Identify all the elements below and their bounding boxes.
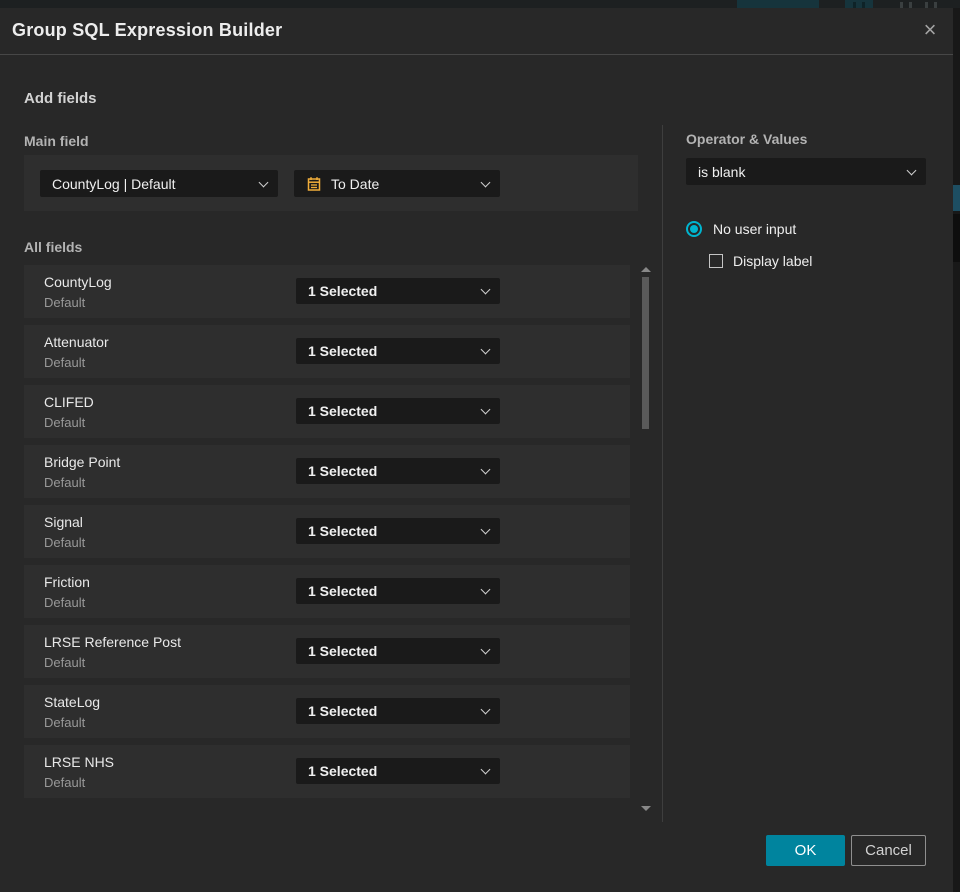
field-selection-dropdown[interactable]: 1 Selected: [296, 398, 500, 424]
live-view-button[interactable]: Live view: [737, 0, 819, 8]
field-row: LRSE Reference Post Default 1 Selected: [24, 625, 630, 678]
field-name: Bridge Point: [44, 454, 121, 470]
close-icon[interactable]: ×: [920, 19, 940, 41]
chevron-down-icon: [481, 526, 489, 534]
field-subtitle: Default: [44, 595, 86, 610]
background-right-strip: [953, 8, 960, 892]
operator-values-label: Operator & Values: [686, 131, 808, 147]
chevron-down-icon: [481, 466, 489, 474]
field-row: Attenuator Default 1 Selected: [24, 325, 630, 378]
field-row: LRSE NHS Default 1 Selected: [24, 745, 630, 798]
field-selection-dropdown[interactable]: 1 Selected: [296, 458, 500, 484]
calendar-icon: [306, 176, 322, 192]
field-name: LRSE Reference Post: [44, 634, 181, 650]
field-selection-value: 1 Selected: [308, 523, 378, 539]
topbar-layout-icon[interactable]: [925, 0, 937, 8]
field-row: CLIFED Default 1 Selected: [24, 385, 630, 438]
field-name: LRSE NHS: [44, 754, 115, 770]
scroll-up-icon[interactable]: [641, 267, 651, 272]
fields-scrollbar[interactable]: [641, 265, 651, 811]
field-subtitle: Default: [44, 535, 86, 550]
field-selection-value: 1 Selected: [308, 763, 378, 779]
cancel-button[interactable]: Cancel: [851, 835, 926, 866]
all-fields-label: All fields: [24, 239, 83, 255]
chevron-down-icon: [481, 706, 489, 714]
field-row: Bridge Point Default 1 Selected: [24, 445, 630, 498]
display-label-text: Display label: [733, 253, 813, 269]
field-selection-dropdown[interactable]: 1 Selected: [296, 578, 500, 604]
main-field-label: Main field: [24, 133, 89, 149]
field-name: Attenuator: [44, 334, 109, 350]
field-selection-dropdown[interactable]: 1 Selected: [296, 758, 500, 784]
chevron-down-icon: [481, 766, 489, 774]
main-field-dropdown[interactable]: CountyLog | Default: [40, 170, 278, 197]
chevron-down-icon: [907, 167, 915, 175]
group-sql-expression-builder-dialog: Group SQL Expression Builder × Add field…: [0, 8, 953, 892]
operator-dropdown-value: is blank: [698, 163, 746, 180]
topbar-columns-icon[interactable]: [900, 0, 912, 8]
field-selection-value: 1 Selected: [308, 703, 378, 719]
chevron-down-icon: [481, 586, 489, 594]
chevron-down-icon: [481, 646, 489, 654]
field-name: CLIFED: [44, 394, 94, 410]
chevron-down-icon: [481, 286, 489, 294]
field-selection-value: 1 Selected: [308, 583, 378, 599]
field-name: Friction: [44, 574, 90, 590]
field-row: CountyLog Default 1 Selected: [24, 265, 630, 318]
main-field-panel: CountyLog | Default To Date: [24, 155, 638, 211]
field-selection-dropdown[interactable]: 1 Selected: [296, 638, 500, 664]
scroll-down-icon[interactable]: [641, 806, 651, 811]
chevron-down-icon: [481, 179, 489, 187]
field-subtitle: Default: [44, 355, 86, 370]
field-selection-dropdown[interactable]: 1 Selected: [296, 518, 500, 544]
field-row: StateLog Default 1 Selected: [24, 685, 630, 738]
field-selection-dropdown[interactable]: 1 Selected: [296, 698, 500, 724]
field-subtitle: Default: [44, 655, 86, 670]
radio-selected-icon: [686, 221, 702, 237]
chevron-down-icon: [481, 406, 489, 414]
all-fields-list: CountyLog Default 1 Selected Attenuator …: [24, 265, 630, 805]
display-label-checkbox[interactable]: Display label: [709, 253, 812, 269]
field-subtitle: Default: [44, 295, 86, 310]
field-row: Friction Default 1 Selected: [24, 565, 630, 618]
field-selection-dropdown[interactable]: 1 Selected: [296, 278, 500, 304]
background-dark-sliver: [953, 214, 960, 262]
dialog-header: Group SQL Expression Builder ×: [0, 8, 953, 55]
scrollbar-thumb[interactable]: [642, 277, 649, 429]
operator-dropdown[interactable]: is blank: [686, 158, 926, 185]
field-selection-dropdown[interactable]: 1 Selected: [296, 338, 500, 364]
ok-button[interactable]: OK: [766, 835, 845, 866]
field-subtitle: Default: [44, 475, 86, 490]
no-user-input-radio[interactable]: No user input: [686, 221, 796, 237]
field-selection-value: 1 Selected: [308, 283, 378, 299]
field-selection-value: 1 Selected: [308, 343, 378, 359]
field-subtitle: Default: [44, 415, 86, 430]
topbar-pause-icon[interactable]: [845, 0, 873, 8]
main-field-dropdown-value: CountyLog | Default: [52, 175, 176, 192]
field-row: Signal Default 1 Selected: [24, 505, 630, 558]
date-field-dropdown-value: To Date: [331, 175, 380, 192]
field-name: Signal: [44, 514, 83, 530]
dialog-title: Group SQL Expression Builder: [12, 20, 283, 40]
field-subtitle: Default: [44, 775, 86, 790]
field-name: StateLog: [44, 694, 101, 710]
background-selected-sliver: [953, 185, 960, 211]
background-topbar: Live view: [0, 0, 960, 8]
chevron-down-icon: [259, 179, 267, 187]
no-user-input-label: No user input: [713, 221, 797, 237]
field-selection-value: 1 Selected: [308, 403, 378, 419]
field-selection-value: 1 Selected: [308, 463, 378, 479]
checkbox-unchecked-icon: [709, 254, 723, 268]
field-selection-value: 1 Selected: [308, 643, 378, 659]
add-fields-heading: Add fields: [24, 90, 97, 107]
chevron-down-icon: [481, 346, 489, 354]
date-field-dropdown[interactable]: To Date: [294, 170, 500, 197]
field-name: CountyLog: [44, 274, 112, 290]
field-subtitle: Default: [44, 715, 86, 730]
section-divider: [662, 125, 663, 822]
